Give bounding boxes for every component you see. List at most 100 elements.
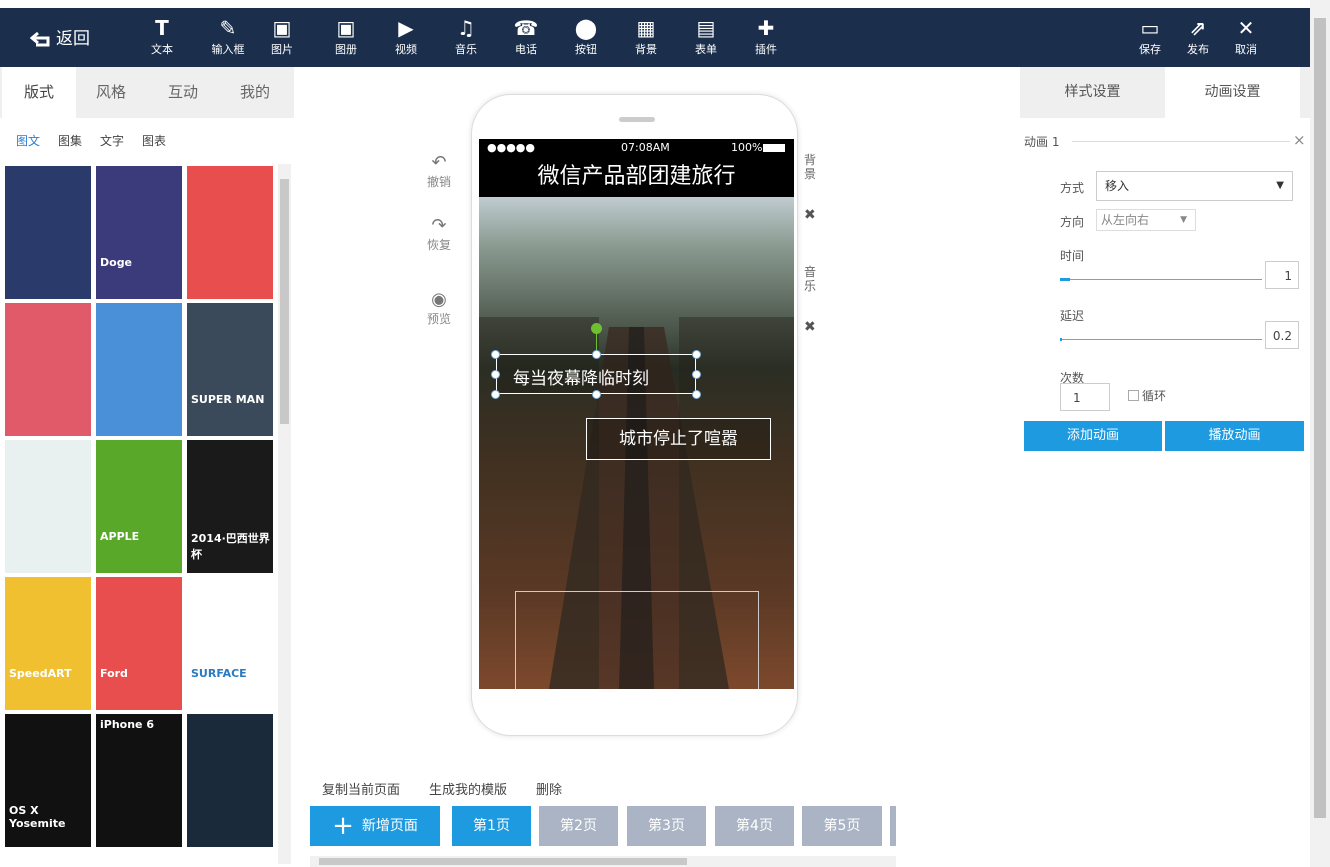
left-tabs: 版式 风格 互动 我的 [0, 67, 294, 118]
delay-slider[interactable] [1060, 338, 1262, 341]
tab-style[interactable]: 风格 [74, 67, 148, 118]
resize-handle[interactable] [692, 390, 701, 399]
tool-image-button[interactable]: ▣ 图片 [258, 15, 306, 57]
text-element-1[interactable]: 每当夜幕降临时刻 [496, 354, 696, 394]
top-toolbar: 返回 T 文本 ✎ 输入框 ▣ 图片 ▣ 图册 ▶ 视频 ♫ 音乐 ☎ 电话 ⬤ 按钮 ▦ 背景 ▤ 表单 ✚ 插件 ▭ 保… [0, 8, 1310, 67]
direction-select[interactable]: 从左向右 ▼ [1096, 209, 1196, 231]
tool-label: 输入框 [211, 43, 245, 56]
delay-input[interactable]: 0.2 [1265, 321, 1299, 349]
tab-mine[interactable]: 我的 [218, 67, 292, 118]
time-label: 时间 [1060, 249, 1085, 263]
tool-plugin-button[interactable]: ✚ 插件 [742, 15, 790, 57]
redo-button[interactable]: ↷ 恢复 [419, 215, 459, 253]
delete-page-link[interactable]: 删除 [536, 779, 562, 798]
template-thumbnail-label: iPhone 6 [100, 718, 154, 731]
template-thumbnail[interactable] [187, 714, 273, 847]
template-thumbnail[interactable]: Ford [96, 577, 182, 710]
close-button[interactable]: ✕ 取消 [1222, 15, 1270, 57]
resize-handle[interactable] [592, 350, 601, 359]
remove-music-icon[interactable]: ✖ [804, 319, 816, 335]
save-button[interactable]: ▭ 保存 [1126, 15, 1174, 57]
subtab-text[interactable]: 文字 [100, 132, 124, 149]
template-thumbnail[interactable] [5, 440, 91, 573]
resize-handle[interactable] [491, 390, 500, 399]
text-element-2[interactable]: 城市停止了喧嚣 [586, 418, 771, 460]
page-tab-3[interactable]: 第3页 [627, 806, 706, 846]
text-icon: T [155, 16, 169, 40]
template-thumbnail[interactable]: 2014·巴西世界杯 [187, 440, 273, 573]
tool-phone-button[interactable]: ☎ 电话 [502, 15, 550, 57]
plugin-icon: ✚ [757, 16, 775, 40]
remove-background-icon[interactable]: ✖ [804, 207, 816, 223]
left-scrollbar[interactable] [278, 164, 291, 864]
mode-select[interactable]: 移入 ▼ [1096, 171, 1293, 201]
rotate-handle[interactable] [591, 323, 602, 334]
play-animation-button[interactable]: 播放动画 [1165, 421, 1304, 451]
template-thumbnail[interactable]: SUPER MAN [187, 303, 273, 436]
template-thumbnail[interactable]: iPhone 6 [96, 714, 182, 847]
tool-album-button[interactable]: ▣ 图册 [322, 15, 370, 57]
close-animation-icon[interactable]: × [1293, 131, 1306, 149]
resize-handle[interactable] [491, 370, 500, 379]
pages-scrollbar[interactable] [310, 856, 896, 867]
tool-form-button[interactable]: ▤ 表单 [682, 15, 730, 57]
count-input[interactable]: 1 [1060, 383, 1110, 411]
template-thumbnail[interactable]: APPLE [96, 440, 182, 573]
save-template-link[interactable]: 生成我的模版 [429, 779, 507, 798]
time-slider[interactable] [1060, 278, 1262, 281]
preview-button[interactable]: ◉ 预览 [419, 289, 459, 327]
back-button[interactable]: 返回 [29, 24, 90, 49]
tool-toggle-button[interactable]: ⬤ 按钮 [562, 15, 610, 57]
template-thumbnail[interactable] [5, 303, 91, 436]
resize-handle[interactable] [692, 350, 701, 359]
subtab-gallery[interactable]: 图集 [58, 132, 82, 149]
direction-value: 从左向右 [1101, 213, 1150, 227]
tab-interact[interactable]: 互动 [146, 67, 220, 118]
tab-animation-settings[interactable]: 动画设置 [1165, 67, 1300, 118]
tab-layout[interactable]: 版式 [2, 67, 76, 118]
rotate-line [596, 334, 597, 350]
page-tab-5[interactable]: 第5页 [802, 806, 882, 846]
battery-icon [763, 144, 785, 152]
tool-label: 取消 [1235, 43, 1257, 56]
template-thumbnail[interactable] [187, 166, 273, 299]
tool-pen-button[interactable]: ✎ 输入框 [204, 15, 252, 57]
tool-label: 图片 [271, 43, 293, 56]
template-thumbnail[interactable] [96, 303, 182, 436]
resize-handle[interactable] [491, 350, 500, 359]
tool-video-button[interactable]: ▶ 视频 [382, 15, 430, 57]
tab-style-settings[interactable]: 样式设置 [1020, 67, 1165, 118]
template-thumbnail[interactable]: Doge [96, 166, 182, 299]
window-scrollbar[interactable] [1310, 0, 1330, 867]
image-placeholder[interactable] [515, 591, 759, 689]
tool-label: 插件 [755, 43, 777, 56]
add-page-button[interactable]: + 新增页面 [310, 806, 440, 846]
subtab-chart[interactable]: 图表 [142, 132, 166, 149]
add-animation-button[interactable]: 添加动画 [1024, 421, 1162, 451]
grid-icon: ▦ [636, 16, 656, 40]
undo-button[interactable]: ↶ 撤销 [419, 152, 459, 190]
template-thumbnail[interactable]: SpeedART [5, 577, 91, 710]
loop-checkbox[interactable] [1128, 390, 1139, 401]
page-tab-4[interactable]: 第4页 [715, 806, 794, 846]
background-image[interactable]: 每当夜幕降临时刻 城市停止了喧嚣 [479, 197, 794, 689]
tool-text-button[interactable]: T 文本 [138, 15, 186, 57]
page-title[interactable]: 微信产品部团建旅行 [479, 157, 794, 197]
template-thumbnail[interactable]: SURFACE [187, 577, 273, 710]
back-label: 返回 [56, 29, 90, 49]
publish-button[interactable]: ⇗ 发布 [1174, 15, 1222, 57]
subtab-image-text[interactable]: 图文 [16, 132, 40, 149]
page-tab-2[interactable]: 第2页 [539, 806, 618, 846]
tool-music-button[interactable]: ♫ 音乐 [442, 15, 490, 57]
template-thumbnail-label: OS X Yosemite [9, 804, 66, 830]
resize-handle[interactable] [592, 390, 601, 399]
resize-handle[interactable] [692, 370, 701, 379]
time-input[interactable]: 1 [1265, 261, 1299, 289]
page-tab-1[interactable]: 第1页 [452, 806, 531, 846]
page-tab-overflow[interactable] [890, 806, 896, 846]
tool-grid-button[interactable]: ▦ 背景 [622, 15, 670, 57]
template-thumbnail[interactable] [5, 166, 91, 299]
template-thumbnail-label: APPLE [100, 530, 140, 543]
copy-page-link[interactable]: 复制当前页面 [322, 779, 400, 798]
template-thumbnail[interactable]: OS X Yosemite [5, 714, 91, 847]
